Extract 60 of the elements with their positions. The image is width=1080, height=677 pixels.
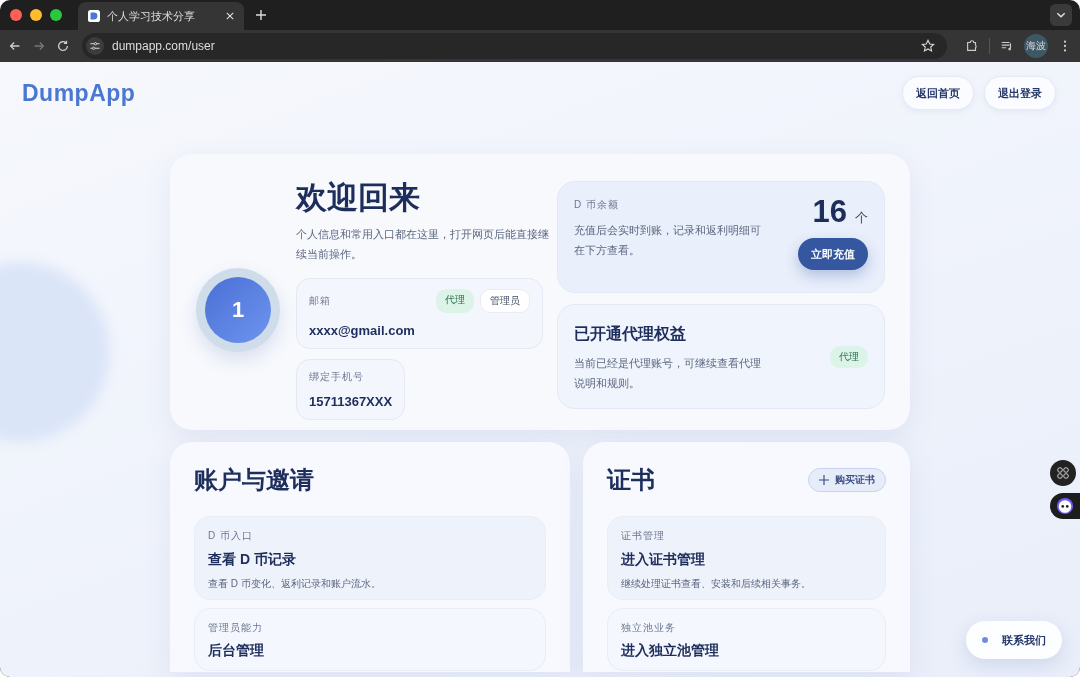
entry-card[interactable]: 独立池业务 进入独立池管理 bbox=[607, 608, 886, 671]
plus-icon bbox=[819, 475, 829, 485]
maximize-window-button[interactable] bbox=[50, 9, 62, 21]
balance-label: D 币余额 bbox=[574, 198, 620, 212]
bookmark-star-icon[interactable] bbox=[921, 39, 935, 53]
tab-title: 个人学习技术分享 bbox=[107, 8, 196, 24]
close-tab-icon[interactable] bbox=[226, 12, 234, 20]
entry-label: 独立池业务 bbox=[621, 621, 677, 635]
agent-title: 已开通代理权益 bbox=[574, 324, 687, 344]
extensions-icon[interactable] bbox=[965, 39, 979, 53]
recharge-button[interactable]: 立即充值 bbox=[798, 238, 868, 270]
entry-description: 查看 D 币变化、返利记录和账户流水。 bbox=[208, 577, 382, 591]
browser-tab[interactable]: 个人学习技术分享 bbox=[78, 2, 244, 30]
assistant-tab[interactable] bbox=[1050, 493, 1080, 519]
buy-certificate-button[interactable]: 购买证书 bbox=[808, 468, 886, 492]
avatar: 1 bbox=[196, 268, 280, 352]
entry-card[interactable]: 证书管理 进入证书管理 继续处理证书查看、安装和后续相关事务。 bbox=[607, 516, 886, 600]
entry-title: 查看 D 币记录 bbox=[208, 551, 297, 569]
phone-label: 绑定手机号 bbox=[309, 370, 365, 384]
new-tab-icon[interactable] bbox=[256, 10, 266, 20]
minimize-window-button[interactable] bbox=[30, 9, 42, 21]
entry-title: 进入证书管理 bbox=[621, 551, 706, 569]
section-title: 账户与邀请 bbox=[194, 465, 314, 495]
welcome-title: 欢迎回来 bbox=[296, 179, 420, 217]
close-window-button[interactable] bbox=[10, 9, 22, 21]
site-settings-icon[interactable] bbox=[86, 37, 104, 55]
balance-unit: 个 bbox=[855, 209, 868, 227]
phone-value: 15711367XXX bbox=[309, 394, 393, 409]
logo[interactable]: DumpApp bbox=[22, 79, 136, 107]
nav-button[interactable]: 返回首页 bbox=[902, 76, 974, 110]
agent-description: 当前已经是代理账号，可继续查看代理说明和规则。 bbox=[574, 356, 762, 391]
email-label: 邮箱 bbox=[309, 294, 331, 308]
tab-search-icon[interactable] bbox=[1050, 4, 1072, 26]
reload-icon[interactable] bbox=[56, 39, 70, 53]
email-value: xxxx@gmail.com bbox=[309, 323, 416, 338]
entry-title: 进入独立池管理 bbox=[621, 642, 720, 660]
nav-button[interactable]: 退出登录 bbox=[984, 76, 1056, 110]
back-icon[interactable] bbox=[8, 39, 22, 53]
entry-card[interactable]: 管理员能力 后台管理 bbox=[194, 608, 546, 671]
role-badge: 代理 bbox=[830, 345, 868, 368]
balance-description: 充值后会实时到账，记录和返利明细可在下方查看。 bbox=[574, 223, 762, 258]
entry-card[interactable]: D 币入口 查看 D 币记录 查看 D 币变化、返利记录和账户流水。 bbox=[194, 516, 546, 600]
welcome-description: 个人信息和常用入口都在这里，打开网页后能直接继续当前操作。 bbox=[296, 227, 550, 262]
app-grid-icon[interactable] bbox=[1050, 460, 1076, 486]
favicon-icon bbox=[88, 10, 100, 22]
contact-button[interactable]: 联系我们 bbox=[966, 621, 1062, 659]
role-badge: 代理 bbox=[436, 289, 474, 313]
media-queue-icon[interactable] bbox=[1000, 39, 1014, 53]
entry-description: 继续处理证书查看、安装和后续相关事务。 bbox=[621, 577, 812, 591]
forward-icon[interactable] bbox=[32, 39, 46, 53]
section-title: 证书 bbox=[607, 465, 655, 495]
role-badge: 管理员 bbox=[480, 289, 530, 313]
entry-label: D 币入口 bbox=[208, 529, 254, 543]
robot-face-icon bbox=[1056, 497, 1074, 515]
entry-title: 后台管理 bbox=[208, 642, 265, 660]
address-bar[interactable]: dumpapp.com/user bbox=[82, 33, 947, 59]
entry-label: 证书管理 bbox=[621, 529, 666, 543]
profile-avatar[interactable]: 海波 bbox=[1024, 34, 1048, 58]
entry-label: 管理员能力 bbox=[208, 621, 264, 635]
balance-amount: 16 bbox=[812, 194, 847, 230]
